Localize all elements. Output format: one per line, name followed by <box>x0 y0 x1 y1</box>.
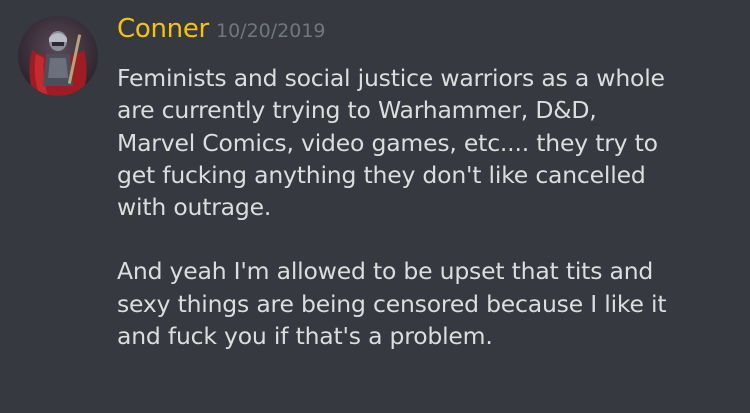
chat-message: Conner 10/20/2019 Feminists and social j… <box>0 0 750 413</box>
message-paragraph: And yeah I'm allowed to be upset that ti… <box>117 257 667 351</box>
avatar-image <box>18 16 98 96</box>
username[interactable]: Conner <box>117 14 209 44</box>
message-header: Conner 10/20/2019 <box>117 14 326 44</box>
user-avatar[interactable] <box>18 16 98 96</box>
message-content: Feminists and social justice warriors as… <box>117 62 742 352</box>
message-paragraph: Feminists and social justice warriors as… <box>117 64 665 222</box>
timestamp: 10/20/2019 <box>216 20 326 42</box>
